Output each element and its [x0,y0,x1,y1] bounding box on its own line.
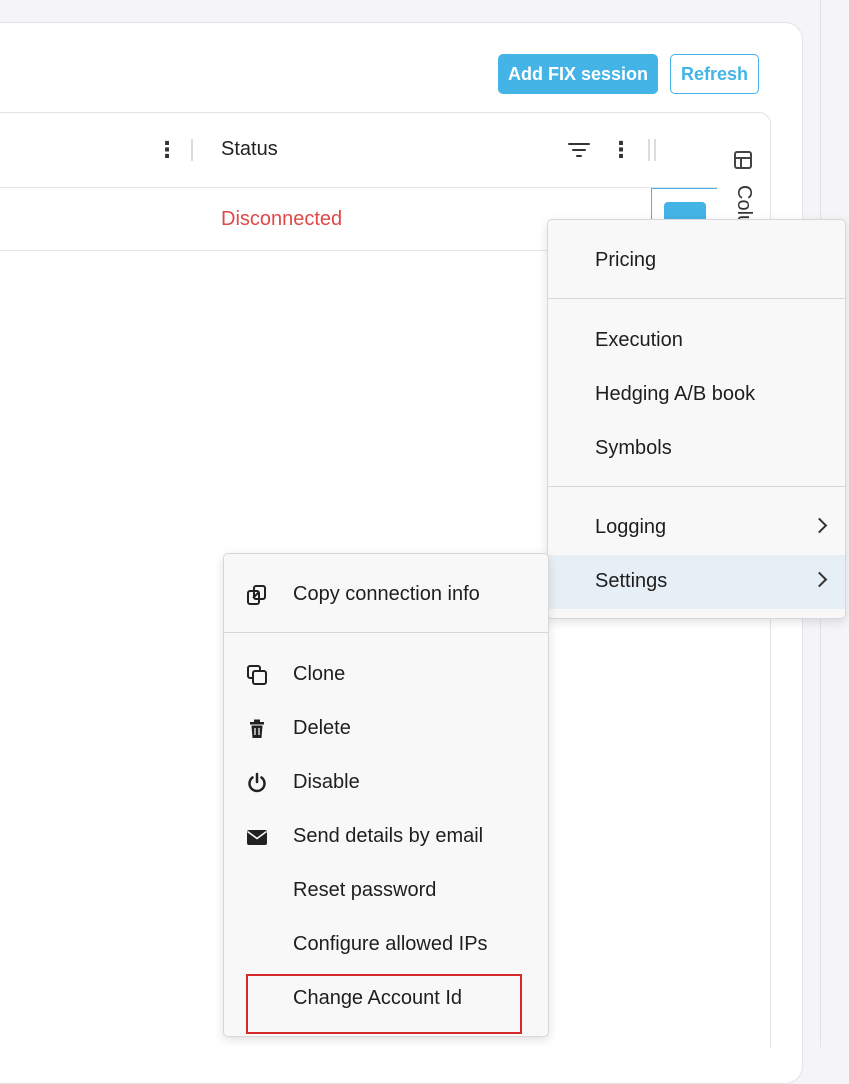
column-resize-handle[interactable] [191,139,193,161]
menu-item-copy-connection-info[interactable]: Copy connection info [224,568,548,622]
actions-submenu: Pricing Execution Hedging A/B book Symbo… [547,219,846,619]
menu-divider [548,486,845,487]
menu-item-label: Pricing [595,249,657,271]
status-column-menu-icon[interactable]: ⋮ [610,135,632,165]
menu-item-pricing[interactable]: Pricing [548,234,845,288]
envelope-icon [247,830,267,845]
menu-item-change-account-id[interactable]: Change Account Id [224,972,548,1026]
menu-item-settings[interactable]: Settings [548,555,845,609]
menu-item-symbols[interactable]: Symbols [548,422,845,476]
menu-item-configure-allowed-ips[interactable]: Configure allowed IPs [224,918,548,972]
menu-item-label: Delete [293,717,351,739]
menu-item-hedging[interactable]: Hedging A/B book [548,368,845,422]
menu-item-label: Change Account Id [293,987,463,1009]
columns-icon [734,151,752,169]
trash-icon [250,719,264,738]
menu-divider [224,632,548,633]
menu-item-label: Symbols [595,437,672,459]
status-badge: Disconnected [221,208,343,230]
grid-header: ⋮ Status ⋮ [0,113,718,188]
copy-link-icon [247,585,266,605]
menu-item-execution[interactable]: Execution [548,314,845,368]
row-context-menu: Copy connection info Clone Delete Disabl… [223,553,549,1037]
menu-item-disable[interactable]: Disable [224,756,548,810]
menu-item-label: Settings [595,570,668,592]
menu-item-label: Send details by email [293,825,484,847]
status-column-resize-handle-2[interactable] [654,139,656,161]
menu-item-send-details-email[interactable]: Send details by email [224,810,548,864]
menu-item-label: Reset password [293,879,437,901]
power-icon [248,772,266,793]
menu-divider [548,298,845,299]
menu-item-delete[interactable]: Delete [224,702,548,756]
column-menu-icon[interactable]: ⋮ [156,135,178,165]
menu-item-label: Disable [293,771,360,793]
clone-icon [247,665,267,685]
status-column-header[interactable]: Status [221,138,278,161]
refresh-button[interactable]: Refresh [670,54,759,94]
chevron-right-icon [811,517,828,534]
filter-icon[interactable] [568,141,590,159]
status-column-resize-handle[interactable] [648,139,650,161]
menu-item-label: Logging [595,516,667,538]
menu-item-label: Clone [293,663,346,685]
menu-item-label: Configure allowed IPs [293,933,488,955]
add-fix-session-button[interactable]: Add FIX session [498,54,658,94]
menu-item-label: Hedging A/B book [595,383,756,405]
chevron-right-icon [811,571,828,588]
menu-item-logging[interactable]: Logging [548,501,845,555]
menu-item-label: Copy connection info [293,583,480,605]
menu-item-label: Execution [595,329,683,351]
menu-item-reset-password[interactable]: Reset password [224,864,548,918]
menu-item-clone[interactable]: Clone [224,648,548,702]
